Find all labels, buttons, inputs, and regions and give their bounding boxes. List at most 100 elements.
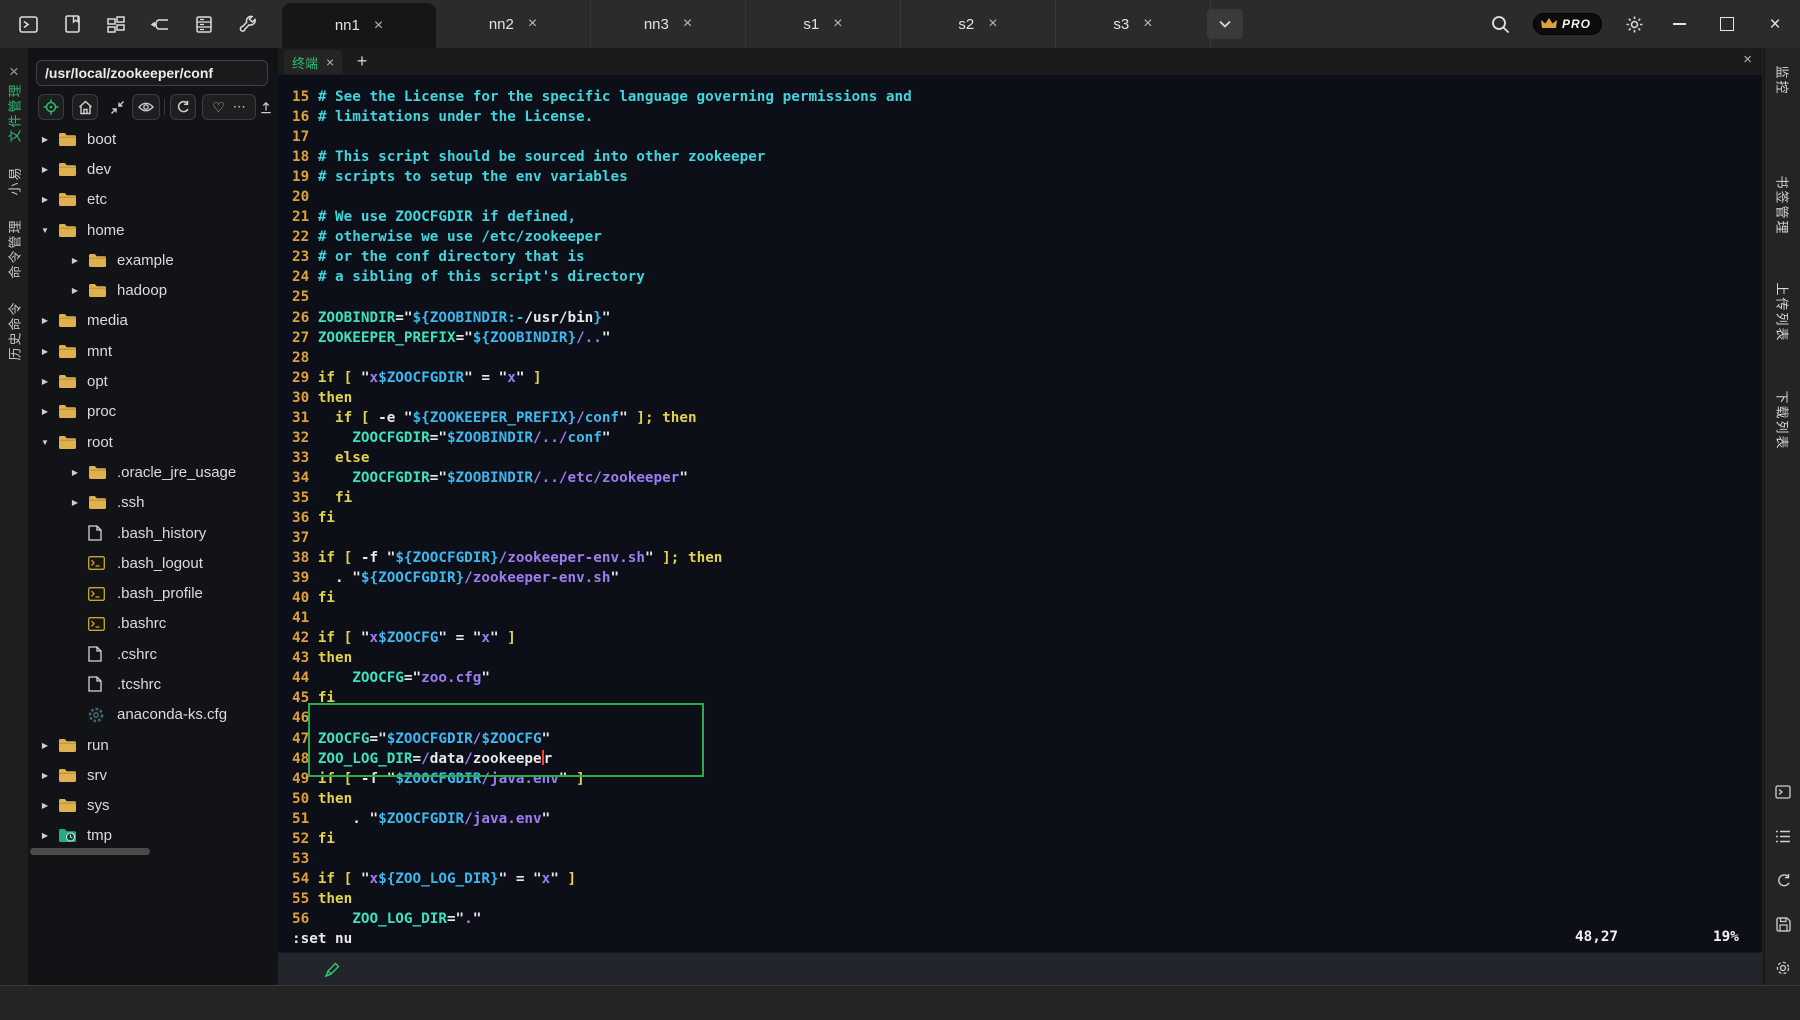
- tree-item-.bashrc[interactable]: .bashrc: [28, 609, 278, 639]
- tree-item-boot[interactable]: ▶boot: [28, 124, 278, 154]
- wrench-icon[interactable]: [238, 14, 258, 34]
- expand-arrow-icon[interactable]: ▶: [40, 195, 50, 204]
- tree-item-etc[interactable]: ▶etc: [28, 185, 278, 215]
- pencil-edit-icon[interactable]: [324, 961, 341, 978]
- tab-close-icon[interactable]: ×: [374, 18, 383, 34]
- expand-arrow-icon[interactable]: ▶: [40, 831, 50, 840]
- tab-list-dropdown-button[interactable]: [1207, 9, 1243, 39]
- session-tab-s2[interactable]: s2×: [901, 0, 1056, 48]
- folder-icon: [58, 132, 80, 147]
- tree-item-proc[interactable]: ▶proc: [28, 397, 278, 427]
- tree-item-.bash_logout[interactable]: .bash_logout: [28, 548, 278, 578]
- tree-item-hadoop[interactable]: ▶hadoop: [28, 275, 278, 305]
- terminal-icon[interactable]: [1774, 783, 1792, 801]
- terminal-tab-close-icon[interactable]: ×: [326, 55, 334, 69]
- expand-arrow-icon[interactable]: ▶: [70, 468, 80, 477]
- settings-gear-icon[interactable]: [1624, 14, 1644, 34]
- tree-item-tmp[interactable]: ▶tmp: [28, 821, 278, 851]
- tree-item-run[interactable]: ▶ run: [28, 730, 278, 760]
- expand-arrow-icon[interactable]: ▶: [40, 377, 50, 386]
- sidebar-close-icon[interactable]: ×: [0, 62, 28, 82]
- tree-item-.bash_profile[interactable]: .bash_profile: [28, 578, 278, 608]
- tree-item-label: opt: [87, 373, 108, 390]
- tree-item-label: run: [87, 737, 109, 754]
- expand-arrow-icon[interactable]: ▶: [40, 801, 50, 810]
- save-icon[interactable]: [1774, 915, 1792, 933]
- terminal-tab[interactable]: 终端 ×: [284, 50, 342, 74]
- session-tab-nn1[interactable]: nn1 ×: [282, 3, 436, 48]
- expand-arrow-icon[interactable]: ▶: [40, 347, 50, 356]
- terminal-panel-close-icon[interactable]: ×: [1743, 51, 1752, 68]
- maximize-button[interactable]: [1714, 11, 1740, 37]
- tab-close-icon[interactable]: ×: [1143, 16, 1152, 32]
- tree-item-.tcshrc[interactable]: .tcshrc: [28, 669, 278, 699]
- tree-item-opt[interactable]: ▶ opt: [28, 366, 278, 396]
- file-manager-toolbar: ♡ ⋯: [28, 94, 278, 124]
- expand-arrow-icon[interactable]: ▶: [40, 135, 50, 144]
- tree-item-media[interactable]: ▶media: [28, 306, 278, 336]
- expand-arrow-icon[interactable]: ▶: [40, 771, 50, 780]
- tree-item-mnt[interactable]: ▶mnt: [28, 336, 278, 366]
- list-icon[interactable]: [1774, 827, 1792, 845]
- tab-close-icon[interactable]: ×: [988, 16, 997, 32]
- folder-icon: [58, 162, 80, 177]
- tree-item-anaconda-ks.cfg[interactable]: anaconda-ks.cfg: [28, 700, 278, 730]
- session-tab-nn3[interactable]: nn3×: [591, 0, 746, 48]
- pro-badge[interactable]: PRO: [1533, 13, 1602, 35]
- favorites-more-button[interactable]: ♡ ⋯: [202, 94, 256, 120]
- tree-item-root[interactable]: ▼root: [28, 427, 278, 457]
- tree-item-.bash_history[interactable]: .bash_history: [28, 518, 278, 548]
- tab-label: nn1: [335, 17, 360, 34]
- session-tab-nn2[interactable]: nn2×: [436, 0, 591, 48]
- expand-arrow-icon[interactable]: ▶: [70, 256, 80, 265]
- terminal-screen[interactable]: 15 # See the License for the specific la…: [278, 75, 1762, 952]
- server-list-icon[interactable]: [194, 14, 214, 34]
- search-icon[interactable]: [1491, 14, 1511, 34]
- tree-item-.cshrc[interactable]: .cshrc: [28, 639, 278, 669]
- refresh-icon[interactable]: [1774, 871, 1792, 889]
- tree-item-dev[interactable]: ▶dev: [28, 154, 278, 184]
- expand-arrow-icon[interactable]: ▶: [70, 286, 80, 295]
- upload-icon[interactable]: [260, 94, 272, 120]
- minimize-button[interactable]: [1666, 11, 1692, 37]
- terminal-icon[interactable]: [18, 14, 38, 34]
- path-input[interactable]: [37, 61, 283, 85]
- crown-icon: [1540, 17, 1558, 31]
- tab-close-icon[interactable]: ×: [833, 16, 842, 32]
- session-tab-s1[interactable]: s1×: [746, 0, 901, 48]
- tree-item-home[interactable]: ▼home: [28, 215, 278, 245]
- left-rail: × 文件管理小易命令管理历史命令: [0, 48, 28, 985]
- titlebar-right-controls: PRO ×: [1491, 0, 1800, 48]
- expand-arrow-icon[interactable]: ▶: [70, 498, 80, 507]
- tree-item-.ssh[interactable]: ▶.ssh: [28, 488, 278, 518]
- tree-item-label: .bash_logout: [117, 555, 203, 572]
- bookmark-file-icon[interactable]: [62, 14, 82, 34]
- expand-arrow-icon[interactable]: ▶: [40, 741, 50, 750]
- expand-arrow-icon[interactable]: ▼: [40, 438, 50, 447]
- tree-item-sys[interactable]: ▶sys: [28, 791, 278, 821]
- tree-item-.oracle_jre_usage[interactable]: ▶.oracle_jre_usage: [28, 457, 278, 487]
- tree-item-example[interactable]: ▶example: [28, 245, 278, 275]
- new-terminal-tab-button[interactable]: +: [350, 49, 374, 73]
- locate-icon[interactable]: [38, 94, 64, 120]
- expand-arrow-icon[interactable]: ▶: [40, 165, 50, 174]
- tab-close-icon[interactable]: ×: [528, 16, 537, 32]
- close-window-button[interactable]: ×: [1762, 11, 1788, 37]
- tree-item-srv[interactable]: ▶srv: [28, 760, 278, 790]
- expand-arrow-icon[interactable]: ▶: [40, 316, 50, 325]
- session-tab-s3[interactable]: s3×: [1056, 0, 1211, 48]
- home-icon[interactable]: [72, 94, 98, 120]
- expand-arrow-icon[interactable]: ▼: [40, 226, 50, 235]
- heart-icon[interactable]: ♡: [212, 99, 225, 116]
- refresh-icon[interactable]: [170, 94, 196, 120]
- horizontal-scrollbar[interactable]: [30, 848, 150, 855]
- eye-icon[interactable]: [132, 94, 160, 120]
- more-dots-icon[interactable]: ⋯: [233, 99, 246, 115]
- collapse-icon[interactable]: [104, 94, 130, 120]
- code-line-31: 31 if [ -e "${ZOOKEEPER_PREFIX}/conf" ];…: [292, 408, 912, 428]
- tab-close-icon[interactable]: ×: [683, 16, 692, 32]
- connection-tree-icon[interactable]: [150, 14, 170, 34]
- gear-icon[interactable]: [1774, 959, 1792, 977]
- grid-layout-icon[interactable]: [106, 14, 126, 34]
- expand-arrow-icon[interactable]: ▶: [40, 407, 50, 416]
